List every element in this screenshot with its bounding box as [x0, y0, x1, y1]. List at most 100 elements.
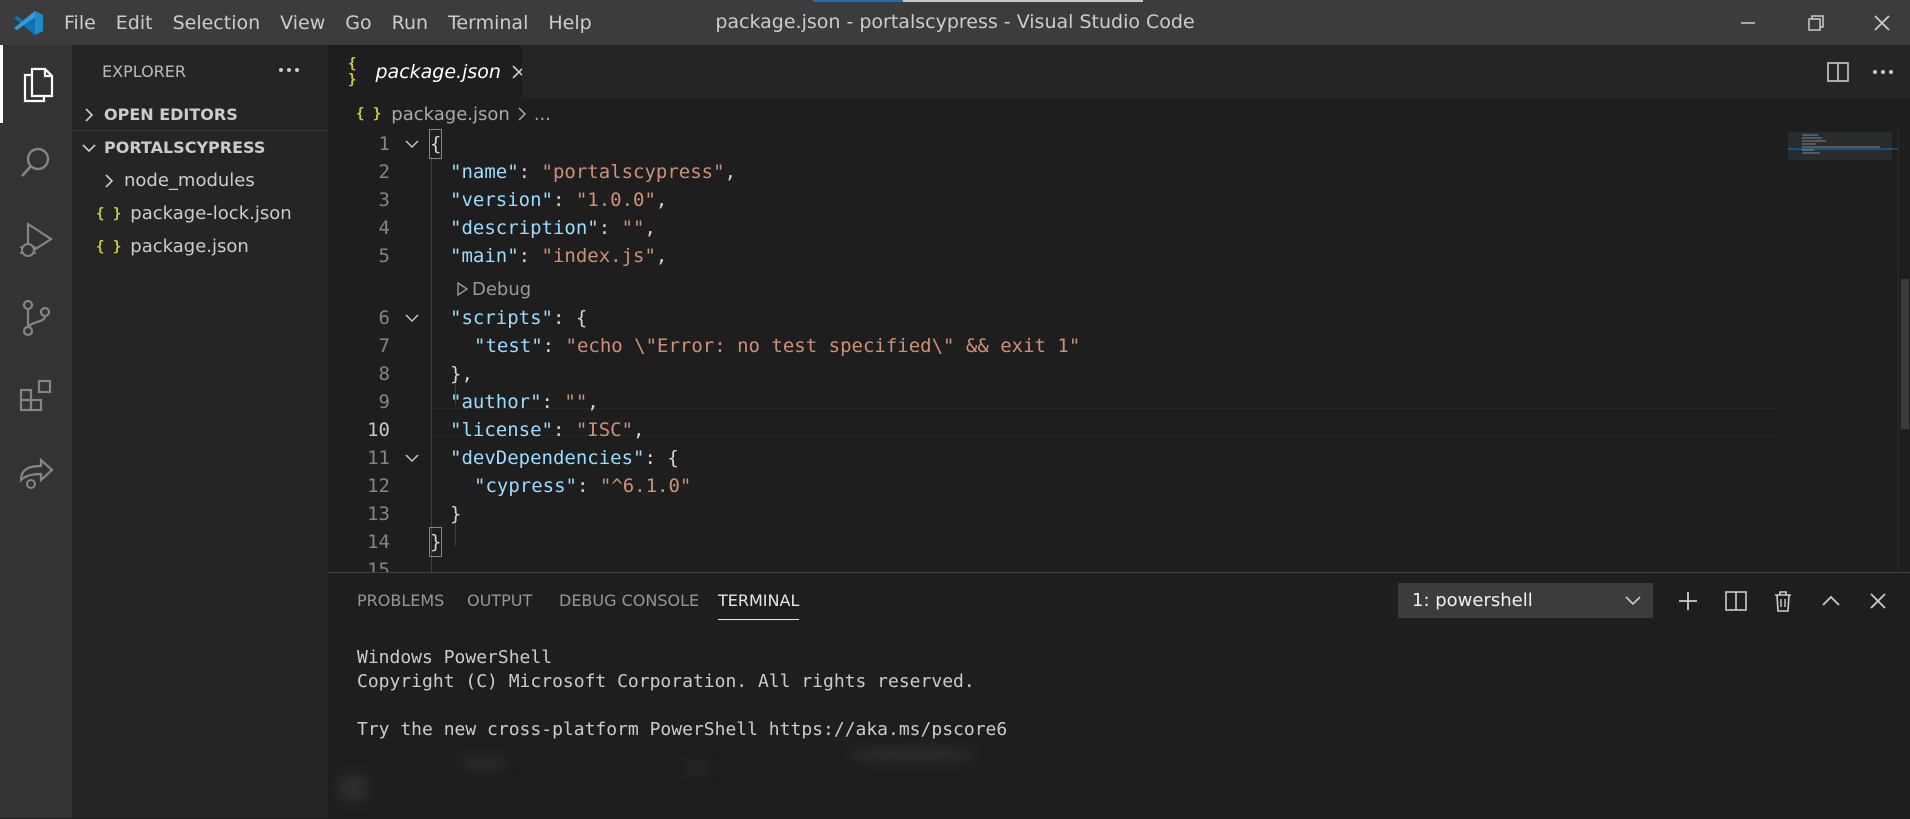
- sidebar-title: EXPLORER: [102, 62, 186, 81]
- activity-source-control[interactable]: [0, 279, 72, 357]
- codelens-debug[interactable]: Debug: [456, 277, 531, 301]
- punct: ,: [724, 161, 737, 183]
- json-value: "ISC": [575, 419, 634, 441]
- json-key: "author": [450, 391, 542, 413]
- restore-button[interactable]: [1788, 0, 1844, 45]
- line-number: 11: [367, 447, 390, 469]
- editor-more-actions[interactable]: [1868, 59, 1898, 85]
- close-icon[interactable]: [511, 64, 522, 80]
- fold-chevron-icon[interactable]: [402, 304, 422, 332]
- tree-item-node-modules[interactable]: node_modules: [72, 165, 328, 196]
- tree-item-package-lock-json[interactable]: { } package-lock.json: [72, 198, 328, 229]
- breadcrumb: { } package.json ...: [328, 99, 1910, 129]
- minimap[interactable]: [1788, 129, 1898, 572]
- split-editor-button[interactable]: [1823, 59, 1853, 85]
- json-key: "version": [450, 189, 553, 211]
- tab-terminal[interactable]: TERMINAL: [718, 591, 800, 620]
- restore-icon: [1808, 14, 1824, 31]
- chevron-up-icon: [1822, 595, 1840, 606]
- chevron-down-icon: [1625, 595, 1641, 605]
- json-value: "1.0.0": [575, 189, 656, 211]
- live-share-icon: [19, 457, 54, 489]
- code-text: {: [428, 129, 443, 159]
- plus-icon: [1679, 592, 1697, 610]
- kill-terminal-button[interactable]: [1765, 583, 1801, 619]
- json-value: "": [621, 217, 645, 239]
- terminal-select-value: 1: powershell: [1412, 590, 1533, 611]
- split-terminal-button[interactable]: [1718, 583, 1754, 619]
- blur-artifact: [458, 758, 508, 768]
- json-file-icon: { }: [348, 56, 357, 88]
- menu-terminal[interactable]: Terminal: [448, 12, 542, 34]
- section-portalscypress[interactable]: PORTALSCYPRESS: [72, 132, 328, 163]
- code-line-3: 3 "version": "1.0.0",: [328, 186, 1788, 214]
- tab-output[interactable]: OUTPUT: [467, 591, 532, 610]
- fold-chevron-icon[interactable]: [402, 444, 422, 472]
- section-label: OPEN EDITORS: [104, 105, 238, 124]
- ellipsis-icon: [1873, 70, 1893, 74]
- activity-live-share[interactable]: [0, 435, 72, 513]
- menu-selection[interactable]: Selection: [173, 12, 275, 34]
- json-value: "portalscypress": [541, 161, 725, 183]
- activity-bar: [0, 45, 72, 818]
- json-file-icon: { }: [96, 238, 122, 255]
- json-file-icon: { }: [96, 205, 122, 222]
- tab-problems[interactable]: PROBLEMS: [357, 591, 444, 610]
- punct: ,: [633, 419, 645, 441]
- chevron-right-icon: [85, 107, 94, 122]
- new-terminal-button[interactable]: [1670, 583, 1706, 619]
- json-key: "description": [450, 217, 599, 239]
- breadcrumb-file[interactable]: package.json: [391, 104, 510, 125]
- trash-icon: [1775, 591, 1791, 612]
- line-number: 14: [367, 531, 390, 553]
- punct: : {: [552, 307, 588, 329]
- menu-bar: File Edit Selection View Go Run Terminal…: [64, 0, 612, 45]
- terminal-output[interactable]: Windows PowerShell Copyright (C) Microsof…: [357, 646, 1007, 742]
- breadcrumb-symbol[interactable]: ...: [534, 104, 551, 125]
- vscode-logo-icon: [14, 11, 43, 35]
- menu-file[interactable]: File: [64, 12, 110, 34]
- close-window-button[interactable]: [1854, 0, 1910, 45]
- code-line-2: 2 "name": "portalscypress",: [328, 158, 1788, 186]
- activity-explorer[interactable]: [0, 45, 72, 123]
- minimize-button[interactable]: [1720, 0, 1776, 45]
- scrollbar-thumb[interactable]: [1901, 279, 1909, 429]
- line-number: 8: [378, 363, 390, 385]
- tree-item-package-json[interactable]: { } package.json: [72, 231, 328, 262]
- activity-extensions[interactable]: [0, 357, 72, 435]
- editor-scrollbar[interactable]: [1898, 129, 1910, 572]
- menu-go[interactable]: Go: [345, 12, 385, 34]
- title-accent-bar: [813, 0, 903, 2]
- close-panel-button[interactable]: [1860, 583, 1896, 619]
- activity-search[interactable]: [0, 123, 72, 201]
- punct: ,: [587, 391, 599, 413]
- code-line-8: 8 },: [328, 360, 1788, 388]
- sidebar-more-actions[interactable]: [272, 59, 306, 81]
- explorer-icon: [23, 67, 53, 103]
- menu-view[interactable]: View: [280, 12, 339, 34]
- menu-help[interactable]: Help: [548, 12, 605, 34]
- json-value: "index.js": [541, 245, 656, 267]
- menu-edit[interactable]: Edit: [116, 12, 167, 34]
- split-icon: [1725, 591, 1747, 611]
- menu-run[interactable]: Run: [392, 12, 442, 34]
- bottom-panel: PROBLEMS OUTPUT DEBUG CONSOLE TERMINAL 1…: [328, 572, 1910, 819]
- json-key: "cypress": [474, 475, 577, 497]
- close-icon: [1870, 593, 1886, 609]
- terminal-line: Try the new cross-platform PowerShell ht…: [357, 719, 1008, 740]
- code-editor[interactable]: 1 { 2 "name": "portalscypress", 3 "versi…: [328, 129, 1910, 572]
- maximize-panel-button[interactable]: [1813, 583, 1849, 619]
- fold-chevron-icon[interactable]: [402, 130, 422, 158]
- tab-package-json[interactable]: { } package.json: [328, 45, 522, 99]
- chevron-down-icon: [82, 143, 96, 152]
- terminal-select[interactable]: 1: powershell: [1398, 583, 1653, 618]
- tab-debug-console[interactable]: DEBUG CONSOLE: [559, 591, 699, 610]
- search-icon: [21, 147, 50, 177]
- line-number: 12: [367, 475, 390, 497]
- json-key: "test": [474, 335, 543, 357]
- code-line-9: 9 "author": "",: [328, 388, 1788, 416]
- section-open-editors[interactable]: OPEN EDITORS: [72, 99, 328, 130]
- code-line-5: 5 "main": "index.js",: [328, 242, 1788, 270]
- activity-run-debug[interactable]: [0, 201, 72, 279]
- line-number: 13: [367, 503, 390, 525]
